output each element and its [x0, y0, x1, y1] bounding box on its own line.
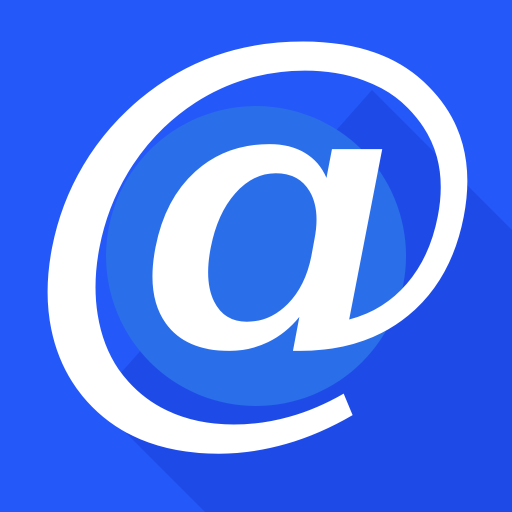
at-symbol: @: [21, 0, 491, 483]
email-app-icon[interactable]: @: [0, 0, 512, 512]
email-at-icon: @: [0, 0, 512, 512]
